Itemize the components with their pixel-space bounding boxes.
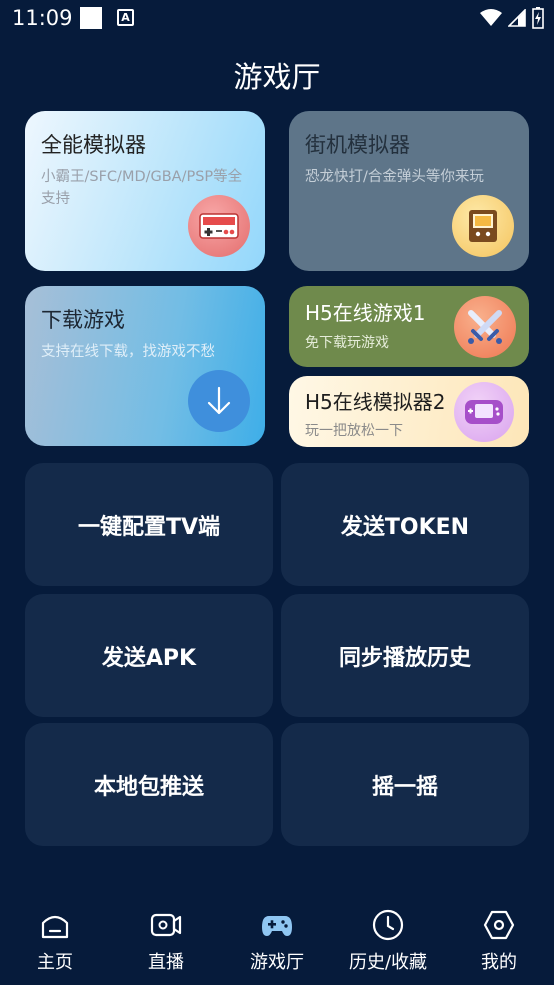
- signal-icon: [508, 9, 526, 27]
- status-bar: 11:09 A: [0, 0, 554, 38]
- home-icon: [41, 915, 69, 939]
- nav-item-mine[interactable]: 我的: [444, 895, 554, 985]
- nav-item-history[interactable]: 历史/收藏: [333, 895, 443, 985]
- card-subtitle: 恐龙快打/合金弹头等你来玩: [305, 169, 484, 185]
- card-title: 下载游戏: [41, 308, 125, 332]
- status-time: 11:09: [12, 6, 73, 30]
- download-arrow-icon: [188, 370, 250, 432]
- arcade-cabinet-icon: [452, 195, 514, 257]
- battery-icon: [532, 7, 544, 29]
- download-games-card[interactable]: 下载游戏 支持在线下载，找游戏不愁: [25, 286, 265, 446]
- shake-button[interactable]: 摇一摇: [281, 723, 529, 846]
- nav-label: 主页: [37, 952, 73, 973]
- send-token-button[interactable]: 发送TOKEN: [281, 463, 529, 586]
- clock-icon: [372, 909, 404, 941]
- nav-item-home[interactable]: 主页: [0, 895, 110, 985]
- card-title: 全能模拟器: [41, 133, 146, 157]
- gamepad-icon: [262, 916, 292, 936]
- nav-label: 直播: [148, 952, 184, 973]
- gamepad-icon: [188, 195, 250, 257]
- live-camera-icon: [150, 913, 182, 937]
- nav-label: 历史/收藏: [348, 952, 428, 973]
- bottom-nav: 主页 直播 游戏厅 历史/收藏 我的: [0, 895, 554, 985]
- nav-item-game-hall[interactable]: 游戏厅: [222, 895, 332, 985]
- card-subtitle: 玩一把放松一下: [305, 423, 403, 439]
- handheld-console-icon: [454, 382, 514, 442]
- sync-history-button[interactable]: 同步播放历史: [281, 594, 529, 717]
- arcade-emulator-card[interactable]: 街机模拟器 恐龙快打/合金弹头等你来玩: [289, 111, 529, 271]
- profile-hexagon-icon: [483, 910, 515, 940]
- local-push-button[interactable]: 本地包推送: [25, 723, 273, 846]
- nav-label: 游戏厅: [250, 952, 304, 973]
- crossed-swords-icon: [454, 296, 516, 358]
- nav-item-live[interactable]: 直播: [111, 895, 221, 985]
- notification-square-icon: [80, 7, 102, 29]
- send-apk-button[interactable]: 发送APK: [25, 594, 273, 717]
- card-title: H5在线模拟器2: [305, 390, 446, 414]
- status-indicators: [480, 7, 544, 29]
- nav-label: 我的: [481, 952, 517, 973]
- h5-online-emulator-card[interactable]: H5在线模拟器2 玩一把放松一下: [289, 376, 529, 447]
- card-subtitle: 免下载玩游戏: [305, 335, 389, 351]
- wifi-icon: [480, 9, 502, 26]
- all-in-one-emulator-card[interactable]: 全能模拟器 小霸王/SFC/MD/GBA/PSP等全支持: [25, 111, 265, 271]
- card-title: H5在线游戏1: [305, 301, 426, 325]
- h5-online-game-card[interactable]: H5在线游戏1 免下载玩游戏: [289, 286, 529, 367]
- card-subtitle: 支持在线下载，找游戏不愁: [41, 344, 215, 360]
- tv-config-button[interactable]: 一键配置TV端: [25, 463, 273, 586]
- page-title: 游戏厅: [233, 60, 321, 94]
- a-box-icon: A: [117, 9, 134, 26]
- card-title: 街机模拟器: [305, 133, 410, 157]
